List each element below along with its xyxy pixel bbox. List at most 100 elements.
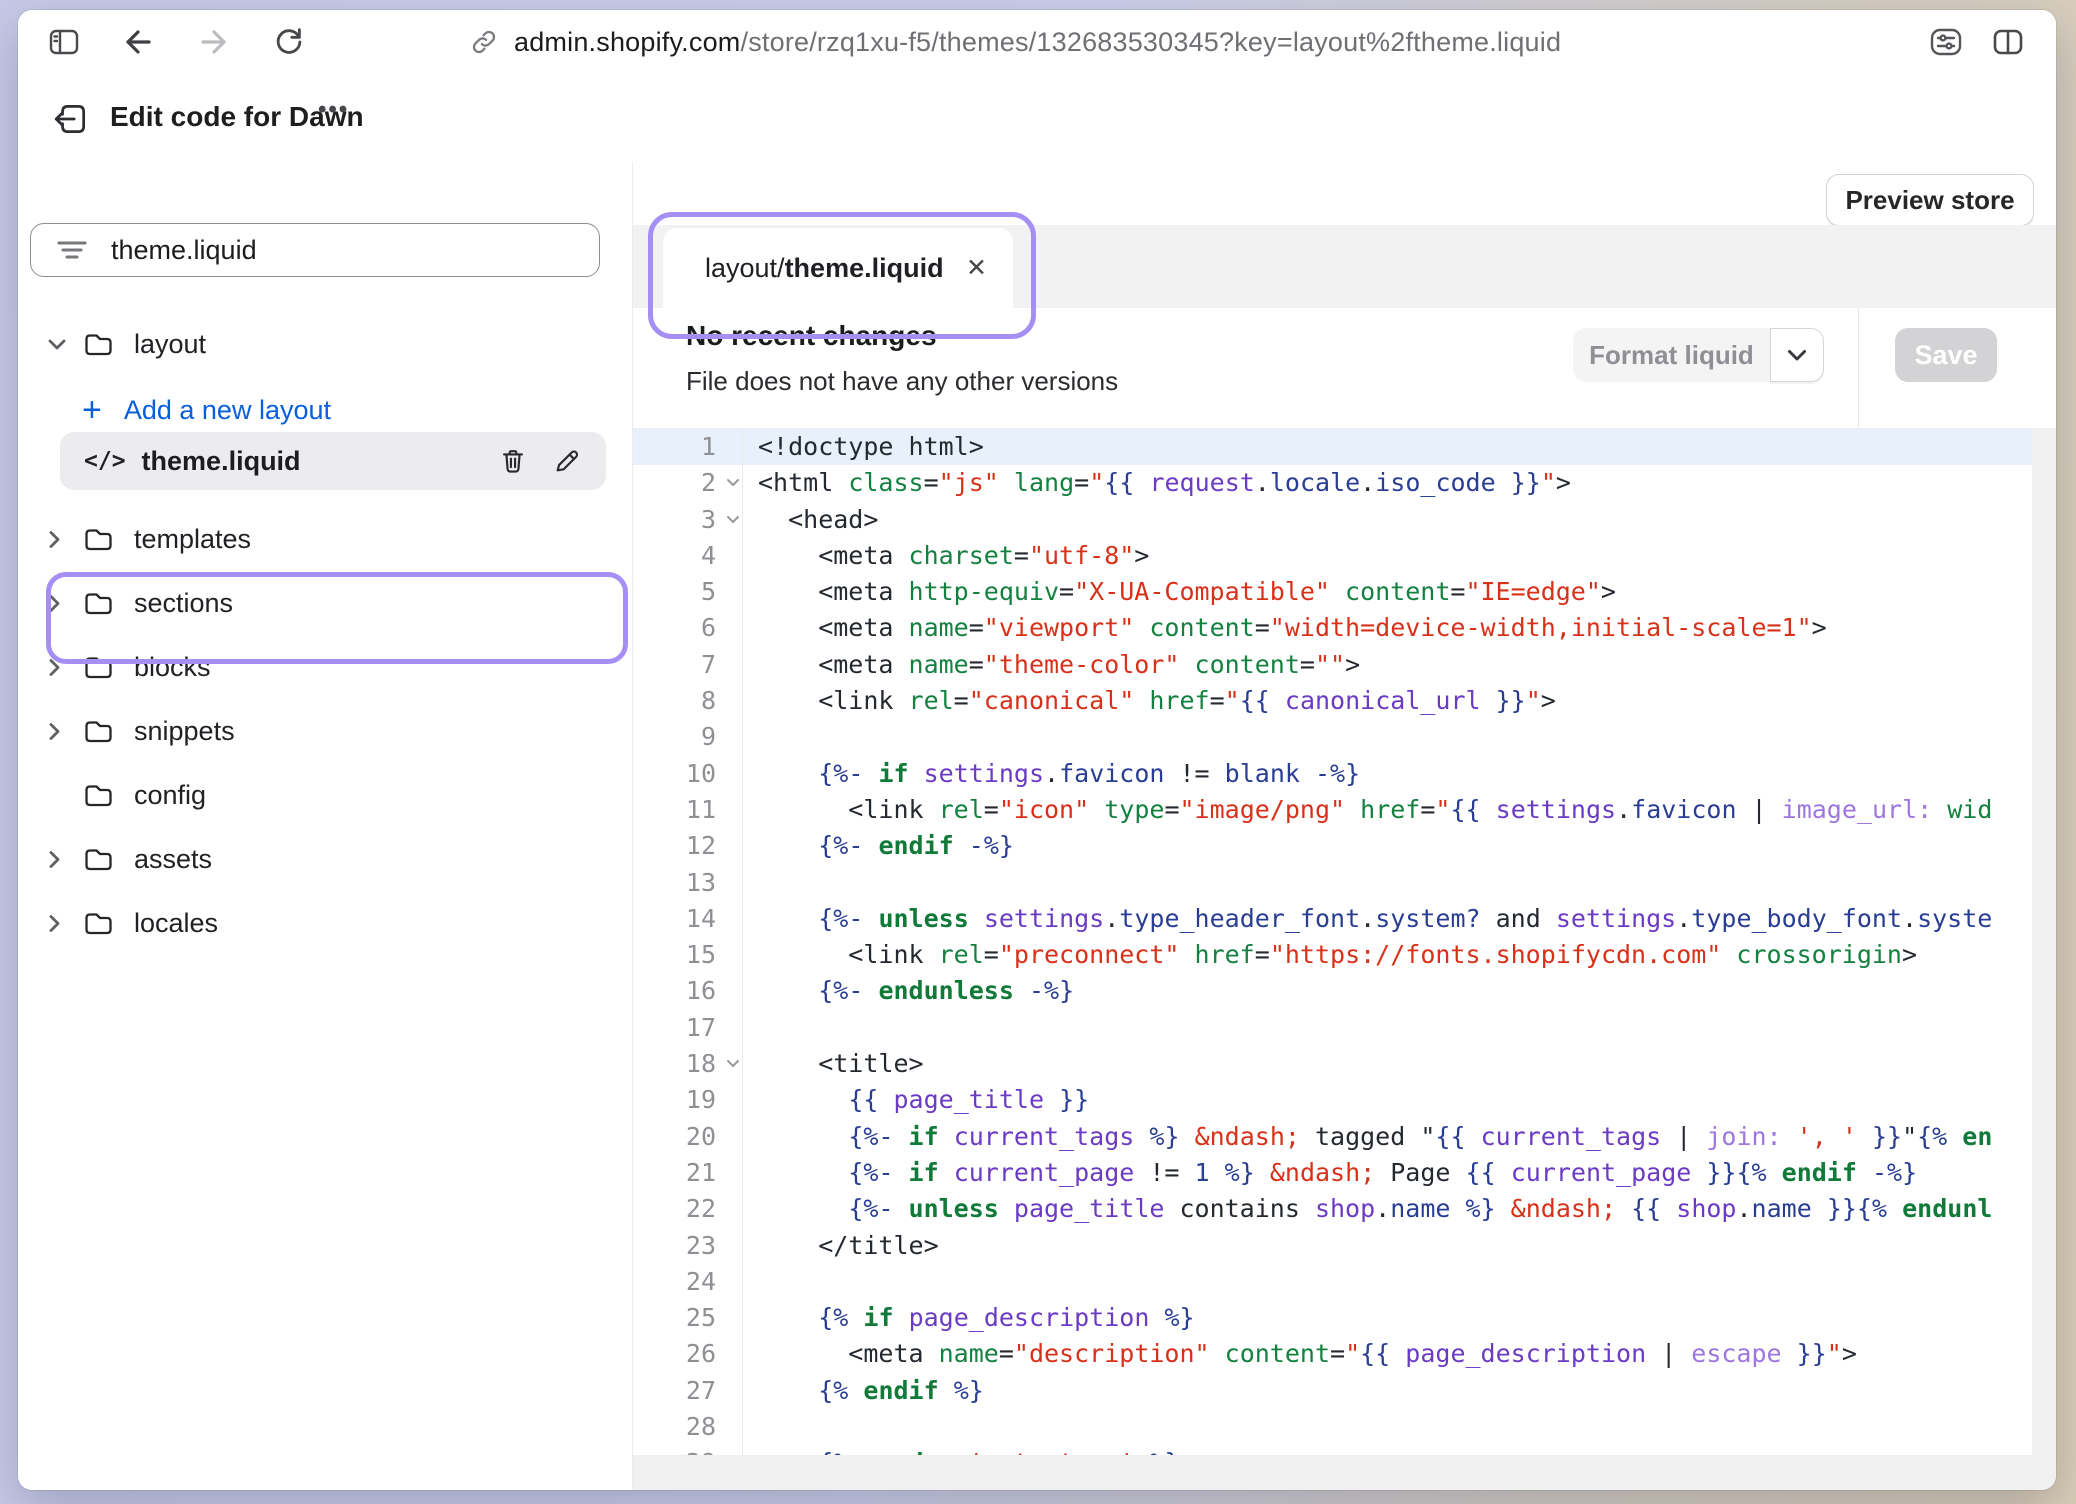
fold-chevron-icon[interactable]: [726, 1059, 740, 1068]
folder-list: templates sections blocks snippets config ass…: [18, 517, 632, 965]
code-line-text[interactable]: {%- unless page_title contains shop.name…: [743, 1191, 1992, 1227]
sidebar-item-assets[interactable]: assets: [18, 837, 632, 881]
sidebar-item-blocks[interactable]: blocks: [18, 645, 632, 689]
sidebar-item-label: config: [134, 780, 206, 811]
chevron-right-icon[interactable]: [48, 594, 82, 613]
code-line[interactable]: 9: [633, 719, 2032, 755]
sidebar-item-layout[interactable]: layout: [48, 322, 206, 366]
code-line[interactable]: 22 {%- unless page_title contains shop.n…: [633, 1191, 2032, 1227]
fold-chevron-icon[interactable]: [726, 478, 740, 487]
editor-scrollbar[interactable]: [2032, 428, 2056, 1455]
chevron-right-icon[interactable]: [48, 722, 82, 741]
code-line[interactable]: 4 <meta charset="utf-8">: [633, 538, 2032, 574]
chevron-right-icon[interactable]: [48, 658, 82, 677]
back-icon[interactable]: [120, 24, 156, 60]
code-line-text[interactable]: {%- endunless -%}: [743, 973, 1074, 1009]
code-line-text[interactable]: <meta name="theme-color" content="">: [743, 647, 1360, 683]
file-search-box[interactable]: [30, 223, 600, 277]
code-line-text[interactable]: [743, 719, 758, 755]
code-line[interactable]: 1<!doctype html>: [633, 429, 2032, 465]
code-line-text[interactable]: [743, 865, 758, 901]
code-line-text[interactable]: {%- if settings.favicon != blank -%}: [743, 756, 1360, 792]
add-new-layout-link[interactable]: + Add a new layout: [82, 388, 331, 432]
code-line[interactable]: 5 <meta http-equiv="X-UA-Compatible" con…: [633, 574, 2032, 610]
chevron-right-icon[interactable]: [48, 530, 82, 549]
code-line[interactable]: 23 </title>: [633, 1228, 2032, 1264]
browser-settings-icon[interactable]: [1928, 24, 1964, 60]
sidebar-item-sections[interactable]: sections: [18, 581, 632, 625]
file-sidebar: layout + Add a new layout </> theme.liqu…: [18, 162, 632, 1490]
split-view-icon[interactable]: [1990, 24, 2026, 60]
code-line-text[interactable]: {% endif %}: [743, 1373, 984, 1409]
sidebar-item-locales[interactable]: locales: [18, 901, 632, 945]
chevron-right-icon[interactable]: [48, 850, 82, 869]
preview-store-button[interactable]: Preview store: [1826, 174, 2034, 226]
close-tab-icon[interactable]: ✕: [966, 253, 987, 283]
format-liquid-button[interactable]: Format liquid: [1573, 328, 1770, 382]
code-line[interactable]: 20 {%- if current_tags %} &ndash; tagged…: [633, 1119, 2032, 1155]
code-line[interactable]: 17: [633, 1010, 2032, 1046]
code-line-text[interactable]: <meta name="viewport" content="width=dev…: [743, 610, 1827, 646]
code-line[interactable]: 25 {% if page_description %}: [633, 1300, 2032, 1336]
code-line[interactable]: 11 <link rel="icon" type="image/png" hre…: [633, 792, 2032, 828]
address-bar[interactable]: admin.shopify.com/store/rzq1xu-f5/themes…: [514, 27, 1561, 58]
sidebar-item-snippets[interactable]: snippets: [18, 709, 632, 753]
browser-sidebar-toggle-icon[interactable]: [46, 24, 82, 60]
save-button[interactable]: Save: [1895, 328, 1997, 382]
code-line[interactable]: 26 <meta name="description" content="{{ …: [633, 1336, 2032, 1372]
code-line-text[interactable]: {%- if current_page != 1 %} &ndash; Page…: [743, 1155, 1917, 1191]
code-line-text[interactable]: [743, 1264, 758, 1300]
more-actions-button[interactable]: •••: [318, 96, 349, 124]
chevron-right-icon[interactable]: [48, 914, 82, 933]
code-editor[interactable]: 1<!doctype html>2<html class="js" lang="…: [633, 428, 2032, 1456]
code-line-text[interactable]: <meta name="description" content="{{ pag…: [743, 1336, 1857, 1372]
search-input[interactable]: [109, 234, 553, 267]
code-line-text[interactable]: <meta http-equiv="X-UA-Compatible" conte…: [743, 574, 1616, 610]
code-line-text[interactable]: <link rel="canonical" href="{{ canonical…: [743, 683, 1556, 719]
code-line-text[interactable]: {%- if current_tags %} &ndash; tagged "{…: [743, 1119, 1992, 1155]
code-line-text[interactable]: {%- endif -%}: [743, 828, 1014, 864]
code-line[interactable]: 6 <meta name="viewport" content="width=d…: [633, 610, 2032, 646]
code-line-text[interactable]: <title>: [743, 1046, 924, 1082]
code-line[interactable]: 18 <title>: [633, 1046, 2032, 1082]
code-line[interactable]: 10 {%- if settings.favicon != blank -%}: [633, 756, 2032, 792]
code-line[interactable]: 8 <link rel="canonical" href="{{ canonic…: [633, 683, 2032, 719]
sidebar-item-config[interactable]: config: [18, 773, 632, 817]
code-line[interactable]: 16 {%- endunless -%}: [633, 973, 2032, 1009]
tab-theme-liquid[interactable]: layout/theme.liquid ✕: [663, 228, 1013, 308]
code-line-text[interactable]: {%- unless settings.type_header_font.sys…: [743, 901, 1992, 937]
code-line[interactable]: 24: [633, 1264, 2032, 1300]
chevron-down-icon[interactable]: [48, 337, 82, 351]
code-line-text[interactable]: <meta charset="utf-8">: [743, 538, 1149, 574]
code-line-text[interactable]: <!doctype html>: [743, 429, 984, 465]
reload-icon[interactable]: [271, 24, 307, 60]
code-line[interactable]: 28: [633, 1409, 2032, 1445]
delete-file-icon[interactable]: [498, 445, 528, 477]
code-line[interactable]: 12 {%- endif -%}: [633, 828, 2032, 864]
code-line-text[interactable]: <link rel="icon" type="image/png" href="…: [743, 792, 1992, 828]
code-line[interactable]: 13: [633, 865, 2032, 901]
code-line[interactable]: 19 {{ page_title }}: [633, 1082, 2032, 1118]
code-line[interactable]: 2<html class="js" lang="{{ request.local…: [633, 465, 2032, 501]
code-line-text[interactable]: </title>: [743, 1228, 939, 1264]
code-line[interactable]: 15 <link rel="preconnect" href="https://…: [633, 937, 2032, 973]
code-line[interactable]: 7 <meta name="theme-color" content="">: [633, 647, 2032, 683]
code-line-text[interactable]: <link rel="preconnect" href="https://fon…: [743, 937, 1917, 973]
code-line[interactable]: 14 {%- unless settings.type_header_font.…: [633, 901, 2032, 937]
code-line-text[interactable]: [743, 1010, 758, 1046]
forward-icon[interactable]: [196, 24, 232, 60]
code-line-text[interactable]: {% if page_description %}: [743, 1300, 1195, 1336]
format-options-dropdown[interactable]: [1770, 328, 1824, 382]
sidebar-item-theme-liquid[interactable]: </> theme.liquid: [60, 432, 606, 490]
exit-editor-icon[interactable]: [52, 100, 90, 138]
code-line-text[interactable]: {{ page_title }}: [743, 1082, 1089, 1118]
rename-file-icon[interactable]: [552, 445, 582, 477]
code-line[interactable]: 27 {% endif %}: [633, 1373, 2032, 1409]
sidebar-item-templates[interactable]: templates: [18, 517, 632, 561]
code-line[interactable]: 3 <head>: [633, 502, 2032, 538]
code-line[interactable]: 21 {%- if current_page != 1 %} &ndash; P…: [633, 1155, 2032, 1191]
code-line-text[interactable]: [743, 1409, 758, 1445]
code-line-text[interactable]: <html class="js" lang="{{ request.locale…: [743, 465, 1571, 501]
fold-chevron-icon[interactable]: [726, 515, 740, 524]
code-line-text[interactable]: <head>: [743, 502, 878, 538]
